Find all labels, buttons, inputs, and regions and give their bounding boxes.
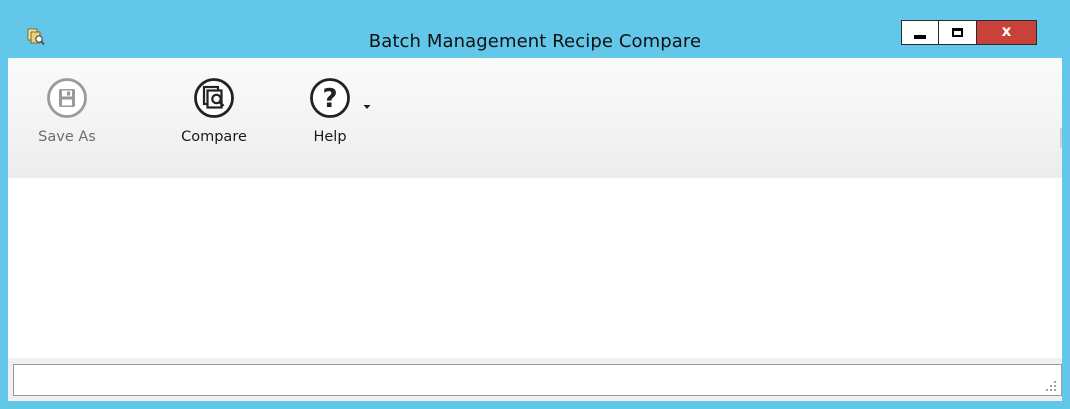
maximize-icon [952, 28, 963, 37]
floppy-disk-icon [47, 78, 87, 118]
title-bar[interactable]: Batch Management Recipe Compare x [0, 0, 1070, 58]
ribbon-divider [1060, 128, 1062, 148]
close-button[interactable]: x [977, 20, 1037, 45]
svg-text:?: ? [322, 84, 337, 114]
compare-content-area[interactable] [8, 178, 1062, 358]
save-as-button[interactable]: Save As [32, 72, 102, 166]
chevron-down-icon[interactable] [362, 102, 372, 112]
minimize-icon [914, 34, 926, 39]
status-area [8, 358, 1062, 401]
maximize-button[interactable] [939, 20, 977, 45]
ribbon-toolbar: Save As Compare ? Help [8, 58, 1062, 178]
window-bottom-border [0, 401, 1070, 409]
compare-label: Compare [181, 129, 247, 145]
help-button[interactable]: ? Help [284, 72, 376, 166]
resize-grip-icon[interactable] [1045, 380, 1057, 392]
compare-documents-icon [194, 78, 234, 118]
close-icon: x [1001, 22, 1012, 40]
question-mark-icon: ? [310, 78, 350, 118]
save-as-label: Save As [38, 129, 96, 145]
app-window: Batch Management Recipe Compare x Save A… [0, 0, 1070, 409]
client-area: Save As Compare ? Help [8, 58, 1062, 401]
compare-button[interactable]: Compare [166, 72, 262, 166]
help-label: Help [313, 129, 347, 145]
minimize-button[interactable] [901, 20, 939, 45]
status-bar [13, 364, 1062, 396]
